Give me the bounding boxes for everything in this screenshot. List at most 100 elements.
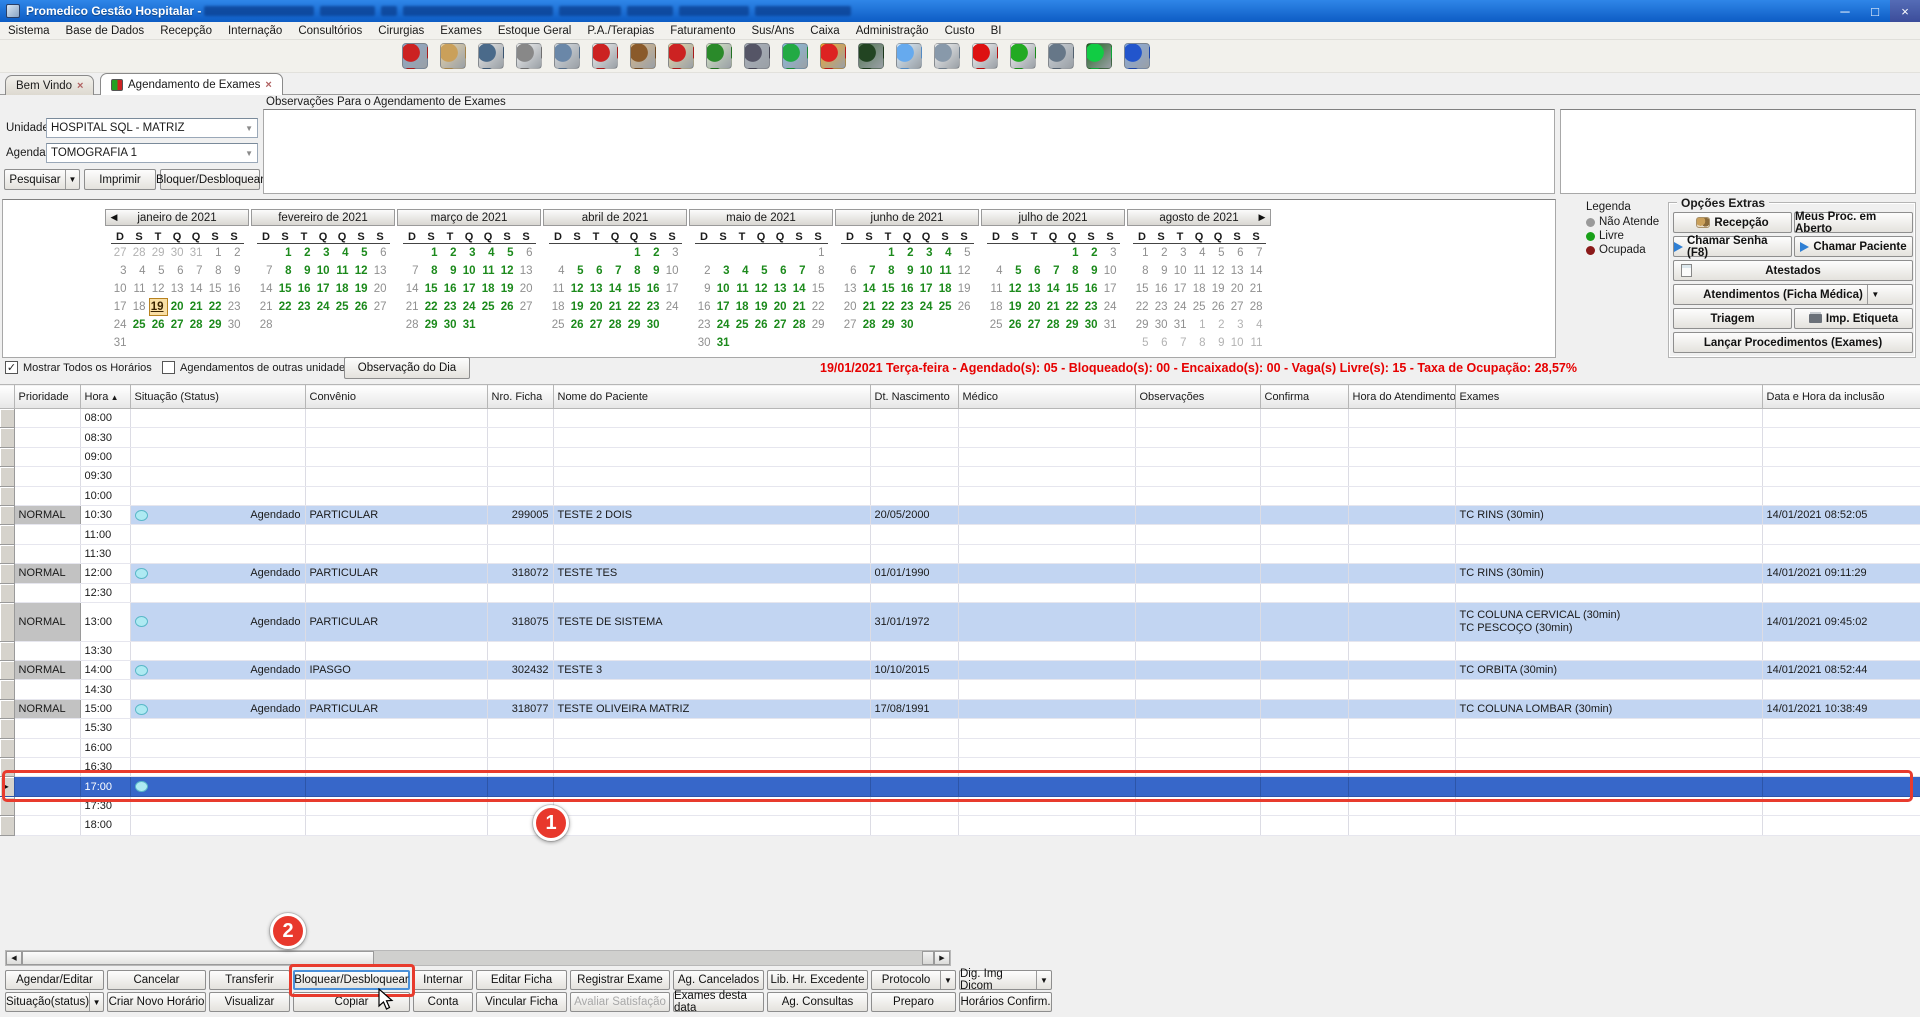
calendar-day[interactable]: 5: [955, 244, 974, 262]
calendar-day[interactable]: 24: [314, 298, 333, 316]
calendar-day[interactable]: 16: [1082, 280, 1101, 298]
calendar-day[interactable]: 15: [1133, 280, 1152, 298]
tab-agendamento-de-exames[interactable]: Agendamento de Exames ×: [100, 73, 283, 95]
calendar-day[interactable]: 30: [441, 316, 460, 334]
row-selector[interactable]: [0, 641, 14, 660]
calendar-day[interactable]: 31: [111, 334, 130, 352]
calendar-day[interactable]: 18: [1190, 280, 1209, 298]
row-selector[interactable]: [0, 428, 14, 447]
row-selector[interactable]: [0, 486, 14, 505]
menu-item-sistema[interactable]: Sistema: [0, 22, 58, 39]
schedule-row-12-00[interactable]: NORMAL12:00AgendadoPARTICULAR318072TESTE…: [0, 564, 1920, 583]
calendar-day[interactable]: 27: [1228, 298, 1247, 316]
calendar-day[interactable]: 22: [1133, 298, 1152, 316]
calendar-day[interactable]: 16: [225, 280, 244, 298]
calendar-day[interactable]: 30: [1152, 316, 1171, 334]
row-selector[interactable]: [0, 680, 14, 699]
calendar-day[interactable]: 2: [898, 244, 917, 262]
menu-item-base-de-dados[interactable]: Base de Dados: [58, 22, 153, 39]
calendar-day[interactable]: 10: [714, 280, 733, 298]
chevron-down-icon[interactable]: ▼: [1867, 285, 1883, 304]
transferir-button[interactable]: Transferir: [209, 970, 290, 990]
calendar-day[interactable]: 28: [606, 316, 625, 334]
calendar-day[interactable]: 4: [1190, 244, 1209, 262]
calendar-day[interactable]: 6: [517, 244, 536, 262]
calendar-day[interactable]: 21: [790, 298, 809, 316]
pesquisar-button[interactable]: Pesquisar ▼: [4, 169, 80, 190]
calendar-day[interactable]: 1: [879, 244, 898, 262]
triagem-button[interactable]: Triagem: [1673, 308, 1792, 329]
bloquer-desbloquear-button[interactable]: Bloquer/Desbloquear: [160, 169, 260, 190]
chat-icon[interactable]: [896, 43, 922, 69]
calendar-day[interactable]: 18: [733, 298, 752, 316]
calendar-day[interactable]: 31: [714, 334, 733, 352]
calendar-day[interactable]: 23: [1082, 298, 1101, 316]
calendar-day[interactable]: 2: [695, 262, 714, 280]
calendar-day[interactable]: 15: [625, 280, 644, 298]
calendar-day[interactable]: 28: [860, 316, 879, 334]
row-selector[interactable]: [0, 525, 14, 544]
calendar-day[interactable]: 1: [276, 244, 295, 262]
visualizar-button[interactable]: Visualizar: [209, 992, 290, 1012]
calendar-day[interactable]: 18: [130, 298, 149, 316]
calendar-day[interactable]: 14: [860, 280, 879, 298]
calendar-day[interactable]: 24: [714, 316, 733, 334]
recepcao-button[interactable]: Recepção: [1673, 212, 1792, 233]
calendar-day[interactable]: 21: [1044, 298, 1063, 316]
schedule-row-09-00[interactable]: 09:00: [0, 447, 1920, 466]
calendar-day[interactable]: 10: [1171, 262, 1190, 280]
calendar-day[interactable]: 11: [333, 262, 352, 280]
calendar-day[interactable]: 9: [644, 262, 663, 280]
calendar-day[interactable]: 2: [1082, 244, 1101, 262]
calendar-day[interactable]: 16: [441, 280, 460, 298]
schedule-row-14-00[interactable]: NORMAL14:00AgendadoIPASGO302432TESTE 310…: [0, 661, 1920, 680]
calendar-day[interactable]: 20: [587, 298, 606, 316]
calendar-day[interactable]: 4: [549, 262, 568, 280]
row-selector[interactable]: [0, 816, 14, 835]
calendar-day[interactable]: 8: [1133, 262, 1152, 280]
calendar-day[interactable]: 19: [568, 298, 587, 316]
patient-db-icon[interactable]: [1124, 43, 1150, 69]
calendar-day[interactable]: 5: [498, 244, 517, 262]
calendar-day[interactable]: 5: [352, 244, 371, 262]
e-invoice-icon[interactable]: [1010, 43, 1036, 69]
preparo-button[interactable]: Preparo: [871, 992, 956, 1012]
calendar-day[interactable]: 5: [752, 262, 771, 280]
calendar-day[interactable]: 3: [714, 262, 733, 280]
calendar-day[interactable]: 30: [225, 316, 244, 334]
calendar-day[interactable]: 2: [295, 244, 314, 262]
calendar-day[interactable]: 26: [352, 298, 371, 316]
close-tab-icon[interactable]: ×: [265, 79, 271, 91]
calendar-day[interactable]: 9: [441, 262, 460, 280]
chevron-down-icon[interactable]: ▼: [89, 993, 103, 1011]
calendar-day[interactable]: 7: [1044, 262, 1063, 280]
column-header-prioridade[interactable]: Prioridade: [14, 385, 80, 409]
calendar-day[interactable]: 12: [498, 262, 517, 280]
calendar-day[interactable]: 4: [130, 262, 149, 280]
cancelar-button[interactable]: Cancelar: [107, 970, 206, 990]
calendar-day[interactable]: 11: [1190, 262, 1209, 280]
calendar-day[interactable]: 7: [403, 262, 422, 280]
prev-month-icon[interactable]: ◀: [107, 210, 121, 225]
calendar-day[interactable]: 12: [1006, 280, 1025, 298]
observacao-do-dia-button[interactable]: Observação do Dia: [344, 357, 470, 379]
menu-item-consult-rios[interactable]: Consultórios: [290, 22, 370, 39]
calendar-day[interactable]: 11: [130, 280, 149, 298]
calendar-day[interactable]: 1: [1133, 244, 1152, 262]
calendar-day[interactable]: 17: [663, 280, 682, 298]
calendar-day[interactable]: 25: [333, 298, 352, 316]
calendar-day[interactable]: 20: [371, 280, 390, 298]
calendar-day[interactable]: 28: [790, 316, 809, 334]
calendar-day[interactable]: 6: [168, 262, 187, 280]
menu-item-faturamento[interactable]: Faturamento: [662, 22, 743, 39]
calendar-day[interactable]: 19: [1006, 298, 1025, 316]
calendar-day[interactable]: 12: [955, 262, 974, 280]
calendar-day[interactable]: 25: [479, 298, 498, 316]
checkbox-icon[interactable]: ✓: [5, 361, 18, 374]
calendar-day[interactable]: 28: [1044, 316, 1063, 334]
calendar-day[interactable]: 14: [1044, 280, 1063, 298]
calendar-day[interactable]: 3: [917, 244, 936, 262]
menu-item-cirurgias[interactable]: Cirurgias: [370, 22, 432, 39]
calendar-day[interactable]: 17: [111, 298, 130, 316]
calendar-day[interactable]: 11: [987, 280, 1006, 298]
